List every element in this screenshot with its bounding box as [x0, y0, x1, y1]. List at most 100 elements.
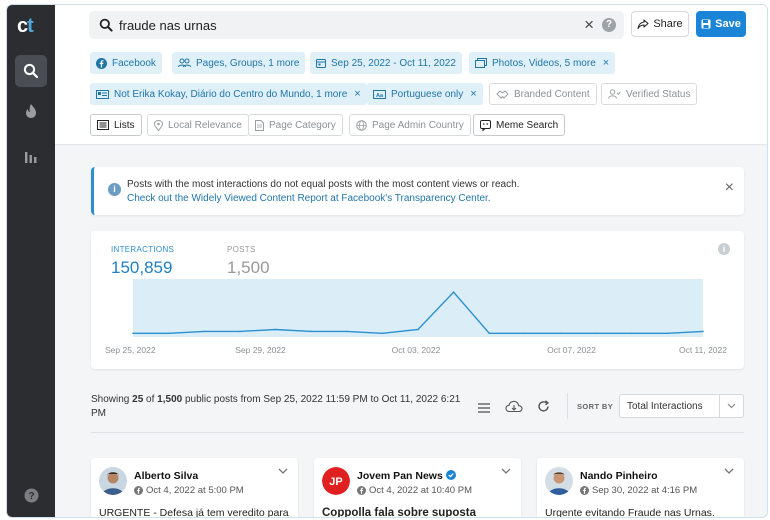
filter-account-type-chip[interactable]: Pages, Groups, 1 more	[172, 52, 306, 74]
chevron-down-icon[interactable]	[278, 468, 288, 474]
pages-groups-icon	[178, 58, 191, 68]
x-tick-label: Oct 11, 2022	[679, 345, 727, 355]
chevron-down-icon[interactable]	[501, 468, 511, 474]
sidebar-item-dashboards[interactable]	[15, 141, 47, 173]
share-button[interactable]: Share	[631, 11, 689, 37]
post-author[interactable]: Alberto Silva	[134, 470, 198, 482]
share-label: Share	[653, 18, 683, 30]
calendar-icon	[316, 59, 326, 68]
filter-meme-search-chip[interactable]: Meme Search	[473, 114, 566, 136]
filter-post-type-chip[interactable]: Photos, Videos, 5 more ×	[469, 52, 616, 74]
filter-exclude-accounts-chip[interactable]: Not Erika Kokay, Diário do Centro do Mun…	[90, 83, 367, 105]
svg-text:Aa: Aa	[376, 92, 384, 98]
search-input[interactable]: fraude nas urnas	[119, 18, 217, 33]
data-point	[132, 332, 134, 335]
avatar[interactable]	[99, 467, 127, 495]
search-header: fraude nas urnas × ? Share Save Facebook…	[55, 5, 767, 145]
refresh-icon[interactable]	[537, 400, 550, 413]
post-card[interactable]: JP Jovem Pan News Oct 4, 2022 at 10:40 P…	[314, 458, 521, 517]
list-view-icon[interactable]	[477, 402, 491, 414]
post-card[interactable]: Alberto Silva Oct 4, 2022 at 5:00 PM URG…	[91, 458, 298, 517]
sidebar-item-search[interactable]	[15, 55, 47, 87]
flame-icon	[26, 104, 36, 118]
sidebar: ct ?	[7, 5, 55, 517]
filter-branded-content-chip[interactable]: Branded Content	[489, 83, 597, 105]
filter-platform-chip[interactable]: Facebook	[90, 52, 162, 74]
post-card[interactable]: Nando Pinheiro Sep 30, 2022 at 4:16 PM U…	[537, 458, 744, 518]
filter-label: Pages, Groups, 1 more	[196, 57, 300, 69]
data-point	[595, 332, 597, 335]
sidebar-item-help[interactable]: ?	[15, 479, 47, 511]
data-point	[559, 332, 562, 335]
filter-label: Meme Search	[496, 119, 559, 131]
search-bar[interactable]: fraude nas urnas × ?	[89, 11, 624, 39]
remove-filter-icon[interactable]: ×	[470, 88, 476, 100]
sort-select[interactable]: Total Interactions	[619, 394, 744, 418]
document-icon	[255, 119, 264, 131]
app-window: ct ? fraude nas urnas × ? Share Save Fac…	[6, 4, 768, 518]
data-point	[417, 328, 419, 331]
filter-label: Not Erika Kokay, Diário do Centro do Mun…	[114, 88, 348, 100]
results-summary: Showing 25 of 1,500 public posts from Se…	[91, 394, 461, 419]
filter-label: Page Admin Country	[372, 119, 464, 131]
data-point	[381, 332, 384, 335]
crowdtangle-logo[interactable]: ct	[17, 15, 34, 38]
data-point	[452, 291, 455, 293]
post-author[interactable]: Nando Pinheiro	[580, 470, 658, 482]
media-icon	[475, 58, 487, 68]
interactions-chart-card: INTERACTIONS 150,859 POSTS 1,500 i Sep 2…	[91, 231, 744, 369]
filter-date-range-chip[interactable]: Sep 25, 2022 - Oct 11, 2022	[310, 52, 462, 74]
filter-page-category-chip[interactable]: Page Category	[248, 114, 343, 136]
svg-text:JP: JP	[329, 476, 342, 488]
download-icon[interactable]	[505, 400, 523, 414]
data-point	[310, 330, 312, 333]
filter-label: Sep 25, 2022 - Oct 11, 2022	[331, 57, 456, 69]
save-button[interactable]: Save	[696, 11, 746, 37]
toolbar-divider	[567, 393, 568, 419]
filter-lists-chip[interactable]: Lists	[90, 114, 142, 136]
filter-local-relevance-chip[interactable]: Local Relevance	[147, 114, 249, 136]
facebook-icon	[96, 57, 107, 69]
search-icon	[99, 18, 113, 32]
avatar[interactable]	[545, 467, 573, 495]
post-meta: Sep 30, 2022 at 4:16 PM	[580, 485, 697, 496]
remove-filter-icon[interactable]: ×	[603, 57, 609, 69]
share-icon	[637, 18, 649, 29]
transparency-report-link[interactable]: Check out the Widely Viewed Content Repo…	[127, 193, 491, 204]
x-tick-label: Sep 25, 2022	[105, 345, 156, 355]
remove-filter-icon[interactable]: ×	[354, 88, 360, 100]
clear-search-icon[interactable]: ×	[584, 15, 594, 35]
globe-icon	[356, 119, 367, 131]
filter-label: Page Category	[269, 119, 336, 131]
filter-language-chip[interactable]: Aa Portuguese only ×	[367, 83, 483, 105]
post-text: Urgente evitando Fraude nas Urnas.	[545, 507, 715, 518]
data-point	[167, 332, 170, 335]
search-icon	[23, 63, 39, 79]
post-date[interactable]: Sep 30, 2022 at 4:16 PM	[592, 485, 697, 496]
search-help-icon[interactable]: ?	[602, 18, 616, 32]
chevron-down-icon[interactable]	[724, 468, 734, 474]
post-meta: Oct 4, 2022 at 5:00 PM	[134, 485, 244, 496]
x-tick-label: Oct 03, 2022	[392, 345, 441, 355]
filter-label: Portuguese only	[391, 88, 464, 100]
filter-label: Lists	[114, 119, 135, 131]
sidebar-item-trending[interactable]	[15, 95, 47, 127]
avatar[interactable]: JP	[322, 467, 350, 495]
save-icon	[701, 19, 711, 29]
data-point	[631, 332, 633, 335]
data-point	[346, 330, 348, 333]
filter-verified-status-chip[interactable]: Verified Status	[601, 83, 698, 105]
save-label: Save	[715, 18, 741, 30]
results-toolbar: Showing 25 of 1,500 public posts from Se…	[91, 391, 744, 431]
info-banner: i Posts with the most interactions do no…	[91, 167, 744, 215]
facebook-icon	[580, 486, 589, 495]
filter-page-admin-country-chip[interactable]: Page Admin Country	[349, 114, 471, 136]
chevron-down-icon[interactable]	[719, 395, 743, 417]
close-icon[interactable]: ×	[725, 179, 734, 197]
post-author[interactable]: Jovem Pan News	[357, 470, 456, 482]
main-content: fraude nas urnas × ? Share Save Facebook…	[55, 5, 767, 517]
post-date[interactable]: Oct 4, 2022 at 10:40 PM	[369, 485, 472, 496]
post-date[interactable]: Oct 4, 2022 at 5:00 PM	[146, 485, 244, 496]
facebook-icon	[134, 486, 143, 495]
post-meta: Oct 4, 2022 at 10:40 PM	[357, 485, 472, 496]
